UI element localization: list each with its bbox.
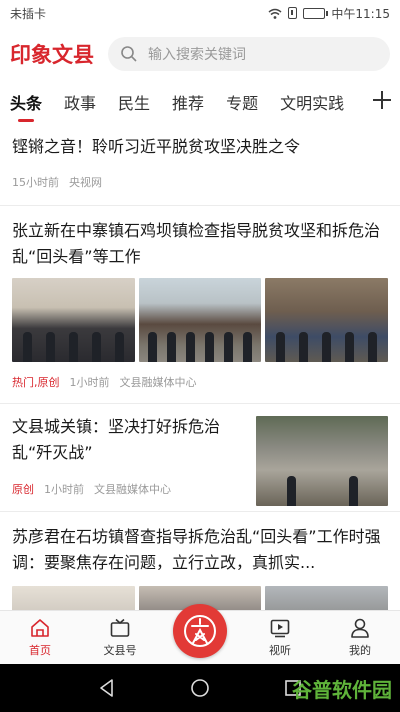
- nav-audio-video[interactable]: 视听: [240, 611, 320, 664]
- tab-politics[interactable]: 政事: [64, 90, 96, 114]
- wifi-icon: [268, 8, 282, 19]
- search-icon: [121, 46, 137, 62]
- news-item[interactable]: 张立新在中寨镇石鸡坝镇检查指导脱贫攻坚和拆危治乱“回头看”等工作 热门,原创 1…: [0, 206, 400, 404]
- search-placeholder: 输入搜索关键词: [148, 47, 246, 63]
- nav-center[interactable]: [160, 603, 240, 664]
- back-icon[interactable]: [96, 677, 118, 699]
- news-time: 1小时前: [44, 483, 84, 496]
- news-tag: 原创: [12, 483, 34, 496]
- news-meta: 热门,原创 1小时前 文县融媒体中心: [12, 374, 388, 390]
- news-title: 文县城关镇：坚决打好拆危治乱“歼灭战”: [12, 417, 221, 462]
- add-channel-icon[interactable]: [370, 88, 394, 112]
- tab-livelihood[interactable]: 民生: [118, 90, 150, 114]
- tab-topics[interactable]: 专题: [226, 90, 258, 114]
- news-time: 1小时前: [69, 376, 110, 389]
- news-image: [265, 278, 389, 362]
- tab-headlines[interactable]: 头条: [10, 90, 42, 122]
- news-item[interactable]: 苏彦君在石坊镇督查指导拆危治乱“回头看”工作时强调：要聚焦存在问题，立行立改，真…: [0, 512, 400, 610]
- home-circle-icon[interactable]: [189, 677, 211, 699]
- category-tabs: 头条 政事 民生 推荐 专题 文明实践: [0, 82, 400, 122]
- clock-text: 中午11:15: [331, 6, 390, 21]
- user-icon: [351, 618, 369, 638]
- news-source: 文县融媒体中心: [94, 483, 171, 496]
- news-feed: 铿锵之音！聆听习近平脱贫攻坚决胜之令 15小时前 央视网 张立新在中寨镇石鸡坝镇…: [0, 124, 400, 610]
- carrier-text: 未插卡: [10, 6, 47, 21]
- sim-icon: [288, 7, 298, 19]
- app-logo: 印象文县: [10, 42, 94, 67]
- tab-recommend[interactable]: 推荐: [172, 90, 204, 114]
- nav-audio-video-label: 视听: [269, 644, 291, 657]
- center-logo-button[interactable]: [173, 603, 227, 658]
- news-image: [12, 278, 135, 362]
- news-image: [12, 586, 135, 610]
- news-meta: 原创 1小时前 文县融媒体中心: [12, 481, 246, 497]
- home-icon: [31, 619, 49, 637]
- nav-wenxian-hao-label: 文县号: [103, 644, 137, 657]
- news-source: 文县融媒体中心: [119, 376, 197, 389]
- news-image: [265, 586, 389, 610]
- nav-mine[interactable]: 我的: [320, 611, 400, 664]
- news-item[interactable]: 铿锵之音！聆听习近平脱贫攻坚决胜之令 15小时前 央视网: [0, 124, 400, 206]
- center-logo-icon: [184, 614, 216, 647]
- bottom-navigation: 首页 文县号 视听 我的: [0, 603, 400, 664]
- watermark-text: 谷普软件园: [292, 678, 392, 702]
- tv-icon: [110, 618, 130, 637]
- nav-mine-label: 我的: [349, 644, 371, 657]
- search-input[interactable]: 输入搜索关键词: [108, 37, 390, 71]
- video-icon: [270, 619, 290, 638]
- news-thumbnail: [256, 416, 388, 506]
- nav-wenxian-hao[interactable]: 文县号: [80, 611, 160, 664]
- nav-home-label: 首页: [29, 644, 51, 657]
- news-title: 铿锵之音！聆听习近平脱贫攻坚决胜之令: [12, 137, 301, 156]
- battery-icon: [303, 7, 329, 19]
- news-title: 张立新在中寨镇石鸡坝镇检查指导脱贫攻坚和拆危治乱“回头看”等工作: [12, 221, 381, 266]
- news-meta: 15小时前 央视网: [12, 174, 388, 190]
- news-image: [138, 278, 262, 362]
- news-source: 央视网: [69, 176, 102, 189]
- nav-home[interactable]: 首页: [0, 611, 80, 664]
- news-tag: 热门,原创: [12, 376, 60, 389]
- tab-civilization-practice[interactable]: 文明实践: [280, 90, 344, 114]
- app-header: 印象文县 输入搜索关键词: [0, 26, 400, 82]
- news-time: 15小时前: [12, 176, 59, 189]
- news-item[interactable]: 文县城关镇：坚决打好拆危治乱“歼灭战” 原创 1小时前 文县融媒体中心: [0, 404, 400, 512]
- status-indicators: 中午11:15: [268, 5, 390, 22]
- news-title: 苏彦君在石坊镇督查指导拆危治乱“回头看”工作时强调：要聚焦存在问题，立行立改，真…: [12, 527, 381, 572]
- status-bar: 未插卡 中午11:15: [0, 0, 400, 26]
- news-image-group: [12, 278, 389, 362]
